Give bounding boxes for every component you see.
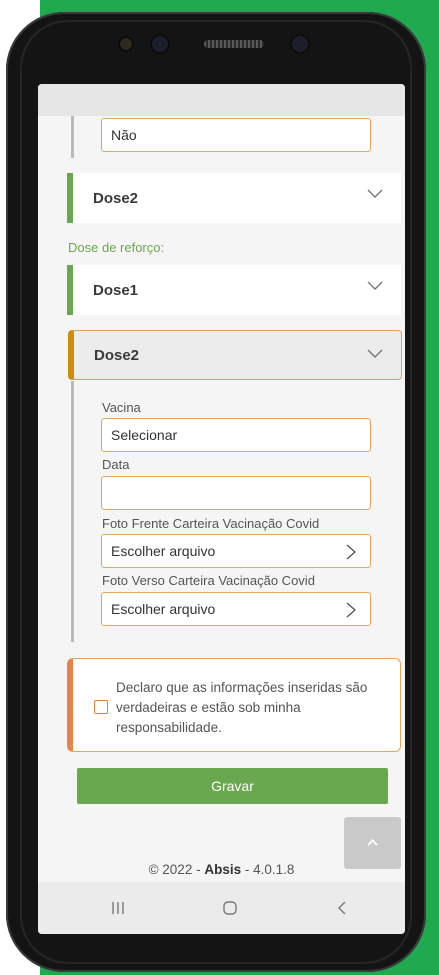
chevron-up-icon: [367, 839, 378, 846]
phone-screen: Não Dose2 Dose de reforço: Dose1 Dose2 V…: [38, 84, 405, 934]
vacina-select[interactable]: Selecionar: [101, 418, 371, 452]
booster-section-label: Dose de reforço:: [68, 240, 165, 255]
back-icon: [338, 901, 346, 915]
data-input[interactable]: [101, 476, 371, 510]
status-bar: [38, 84, 405, 116]
copyright-text: © 2022 - Absis - 4.0.1.8: [38, 862, 405, 877]
front-camera-icon: [292, 36, 308, 52]
navigation-bar: [38, 882, 405, 934]
app-content: Não Dose2 Dose de reforço: Dose1 Dose2 V…: [38, 116, 405, 882]
version-text: - 4.0.1.8: [241, 862, 295, 877]
recent-apps-button[interactable]: [98, 882, 138, 934]
section-line: [71, 116, 74, 158]
copyright-prefix: © 2022 -: [148, 862, 205, 877]
back-button[interactable]: [322, 882, 362, 934]
declaration-text: Declaro que as informações inseridas são…: [116, 680, 368, 735]
camera-icon: [152, 36, 168, 52]
dose2-title: Dose2: [93, 189, 139, 207]
chevron-down-icon: [367, 189, 383, 198]
save-button[interactable]: Gravar: [77, 768, 388, 804]
speaker-grille: [204, 40, 264, 48]
home-icon: [223, 901, 237, 915]
data-label: Data: [102, 457, 130, 472]
answer-field[interactable]: Não: [101, 118, 371, 152]
foto-verso-label: Foto Verso Carteira Vacinação Covid: [102, 573, 315, 588]
brand-name: Absis: [204, 862, 242, 877]
chevron-right-icon: [346, 544, 356, 560]
recent-apps-icon: [112, 902, 124, 914]
booster-dose1-title: Dose1: [93, 281, 139, 299]
booster-dose1-accordion[interactable]: Dose1: [67, 265, 401, 315]
dose2-accordion[interactable]: Dose2: [67, 173, 401, 223]
answer-value: Não: [111, 127, 137, 143]
chevron-right-icon: [346, 602, 356, 618]
sensor-icon: [120, 38, 132, 50]
chevron-down-icon: [367, 281, 383, 290]
foto-frente-file-button[interactable]: Escolher arquivo: [101, 534, 371, 568]
vacina-label: Vacina: [102, 400, 141, 415]
foto-verso-button-label: Escolher arquivo: [111, 601, 216, 617]
foto-frente-button-label: Escolher arquivo: [111, 543, 216, 559]
chevron-down-icon: [367, 349, 383, 358]
declaration-box: Declaro que as informações inseridas são…: [67, 658, 401, 752]
vacina-select-value: Selecionar: [111, 427, 178, 443]
expanded-section-line: [71, 381, 74, 642]
declaration-checkbox[interactable]: [94, 700, 108, 714]
phone-frame: Não Dose2 Dose de reforço: Dose1 Dose2 V…: [6, 12, 426, 972]
booster-dose2-title: Dose2: [94, 346, 140, 364]
foto-verso-file-button[interactable]: Escolher arquivo: [101, 592, 371, 626]
booster-dose2-accordion[interactable]: Dose2: [68, 330, 402, 380]
home-button[interactable]: [210, 882, 250, 934]
foto-frente-label: Foto Frente Carteira Vacinação Covid: [102, 516, 320, 531]
